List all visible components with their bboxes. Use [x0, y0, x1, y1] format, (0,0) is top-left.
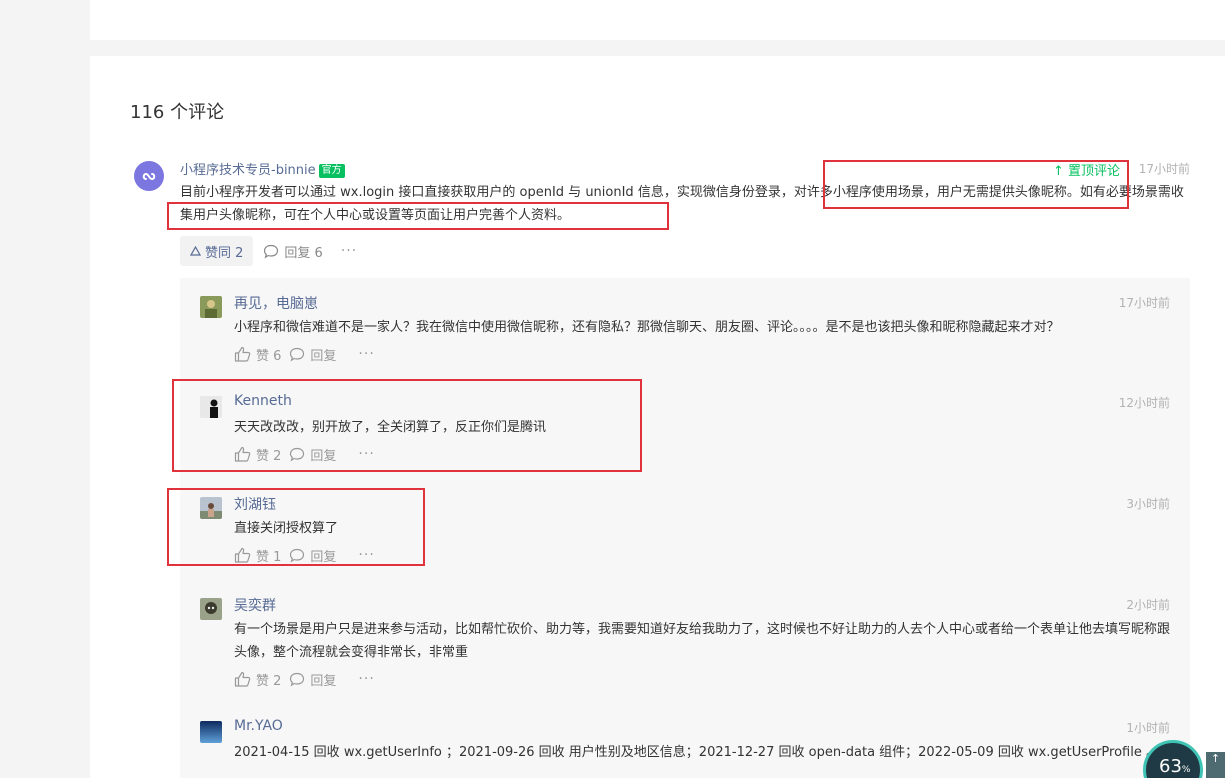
reply-time: 17小时前 — [1118, 296, 1170, 310]
reply-body: 2021-04-15 回收 wx.getUserInfo ；2021-09-26… — [234, 745, 1159, 760]
reply-body: 直接关闭授权算了 — [234, 521, 339, 536]
avatar[interactable] — [200, 396, 222, 418]
reply-time: 1小时前 — [1126, 721, 1170, 735]
reply-button[interactable]: 回复 — [289, 345, 336, 364]
reply-button[interactable]: 回复 — [289, 445, 336, 464]
triangle-up-icon — [190, 246, 201, 256]
miniprogram-logo-icon — [142, 172, 156, 181]
previous-section-card — [90, 0, 1225, 40]
like-button[interactable]: 赞 1 — [234, 546, 281, 565]
reply-button[interactable]: 回复 — [289, 670, 336, 689]
reply-body: 小程序和微信难道不是一家人？我在微信中使用微信昵称，还有隐私？那微信聊天、朋友圈… — [234, 320, 1060, 335]
avatar[interactable] — [200, 598, 222, 620]
reply-body: 天天改改改，别开放了，全关闭算了，反正你们是腾讯 — [234, 420, 547, 435]
reply-author-link[interactable]: Mr.YAO — [234, 718, 283, 734]
more-dots-icon[interactable]: ··· — [358, 346, 374, 362]
reply-button[interactable]: 回复 6 — [263, 242, 323, 261]
avatar[interactable] — [200, 296, 222, 318]
thumb-up-icon — [234, 346, 251, 362]
thumb-up-icon — [234, 547, 251, 563]
avatar[interactable] — [200, 721, 222, 743]
comment-body: 目前小程序开发者可以通过 wx.login 接口直接获取用户的 openId 与… — [180, 185, 1184, 223]
avatar[interactable] — [200, 497, 222, 519]
comments-count-title: 116 个评论 — [130, 102, 225, 123]
like-button[interactable]: 赞 2 — [234, 445, 281, 464]
official-badge: 官方 — [318, 164, 345, 178]
agree-button[interactable]: 赞同 2 — [180, 236, 254, 266]
like-button[interactable]: 赞 2 — [234, 670, 281, 689]
scroll-top-button[interactable]: ↑ — [1206, 752, 1225, 778]
like-button[interactable]: 赞 6 — [234, 345, 281, 364]
thumb-up-icon — [234, 446, 251, 462]
reply-time: 2小时前 — [1126, 598, 1170, 612]
more-dots-icon[interactable]: ··· — [341, 243, 357, 259]
reply-author-link[interactable]: 再见，电脑崽 — [234, 293, 318, 313]
reply-time: 12小时前 — [1118, 396, 1170, 410]
more-dots-icon[interactable]: ··· — [358, 446, 374, 462]
comment-bubble-icon — [264, 244, 279, 259]
official-avatar[interactable] — [134, 161, 164, 191]
reply-author-link[interactable]: Kenneth — [234, 393, 292, 409]
comment-bubble-icon — [290, 347, 305, 362]
pinned-label: ↑ 置顶评论 — [1052, 164, 1120, 179]
reply-author-link[interactable]: 吴奕群 — [234, 595, 276, 615]
comment-bubble-icon — [290, 672, 305, 687]
arrow-up-icon: ↑ — [1210, 752, 1221, 765]
progress-percent: 63% — [1159, 756, 1191, 777]
comment-author-link[interactable]: 小程序技术专员-binnie — [180, 163, 316, 178]
comment-bubble-icon — [290, 548, 305, 563]
replies-list: 再见，电脑崽 17小时前 小程序和微信难道不是一家人？我在微信中使用微信昵称，还… — [180, 278, 1190, 778]
reply-button[interactable]: 回复 — [289, 546, 336, 565]
more-dots-icon[interactable]: ··· — [358, 547, 374, 563]
more-dots-icon[interactable]: ··· — [358, 671, 374, 687]
comment-bubble-icon — [290, 447, 305, 462]
reply-author-link[interactable]: 刘湖钰 — [234, 494, 276, 514]
thumb-up-icon — [234, 671, 251, 687]
reply-time: 3小时前 — [1126, 497, 1170, 511]
arrow-up-icon: ↑ — [1052, 164, 1064, 179]
comment-time: 17小时前 — [1138, 162, 1190, 176]
reply-body: 有一个场景是用户只是进来参与活动，比如帮忙砍价、助力等，我需要知道好友给我助力了… — [234, 622, 1171, 660]
